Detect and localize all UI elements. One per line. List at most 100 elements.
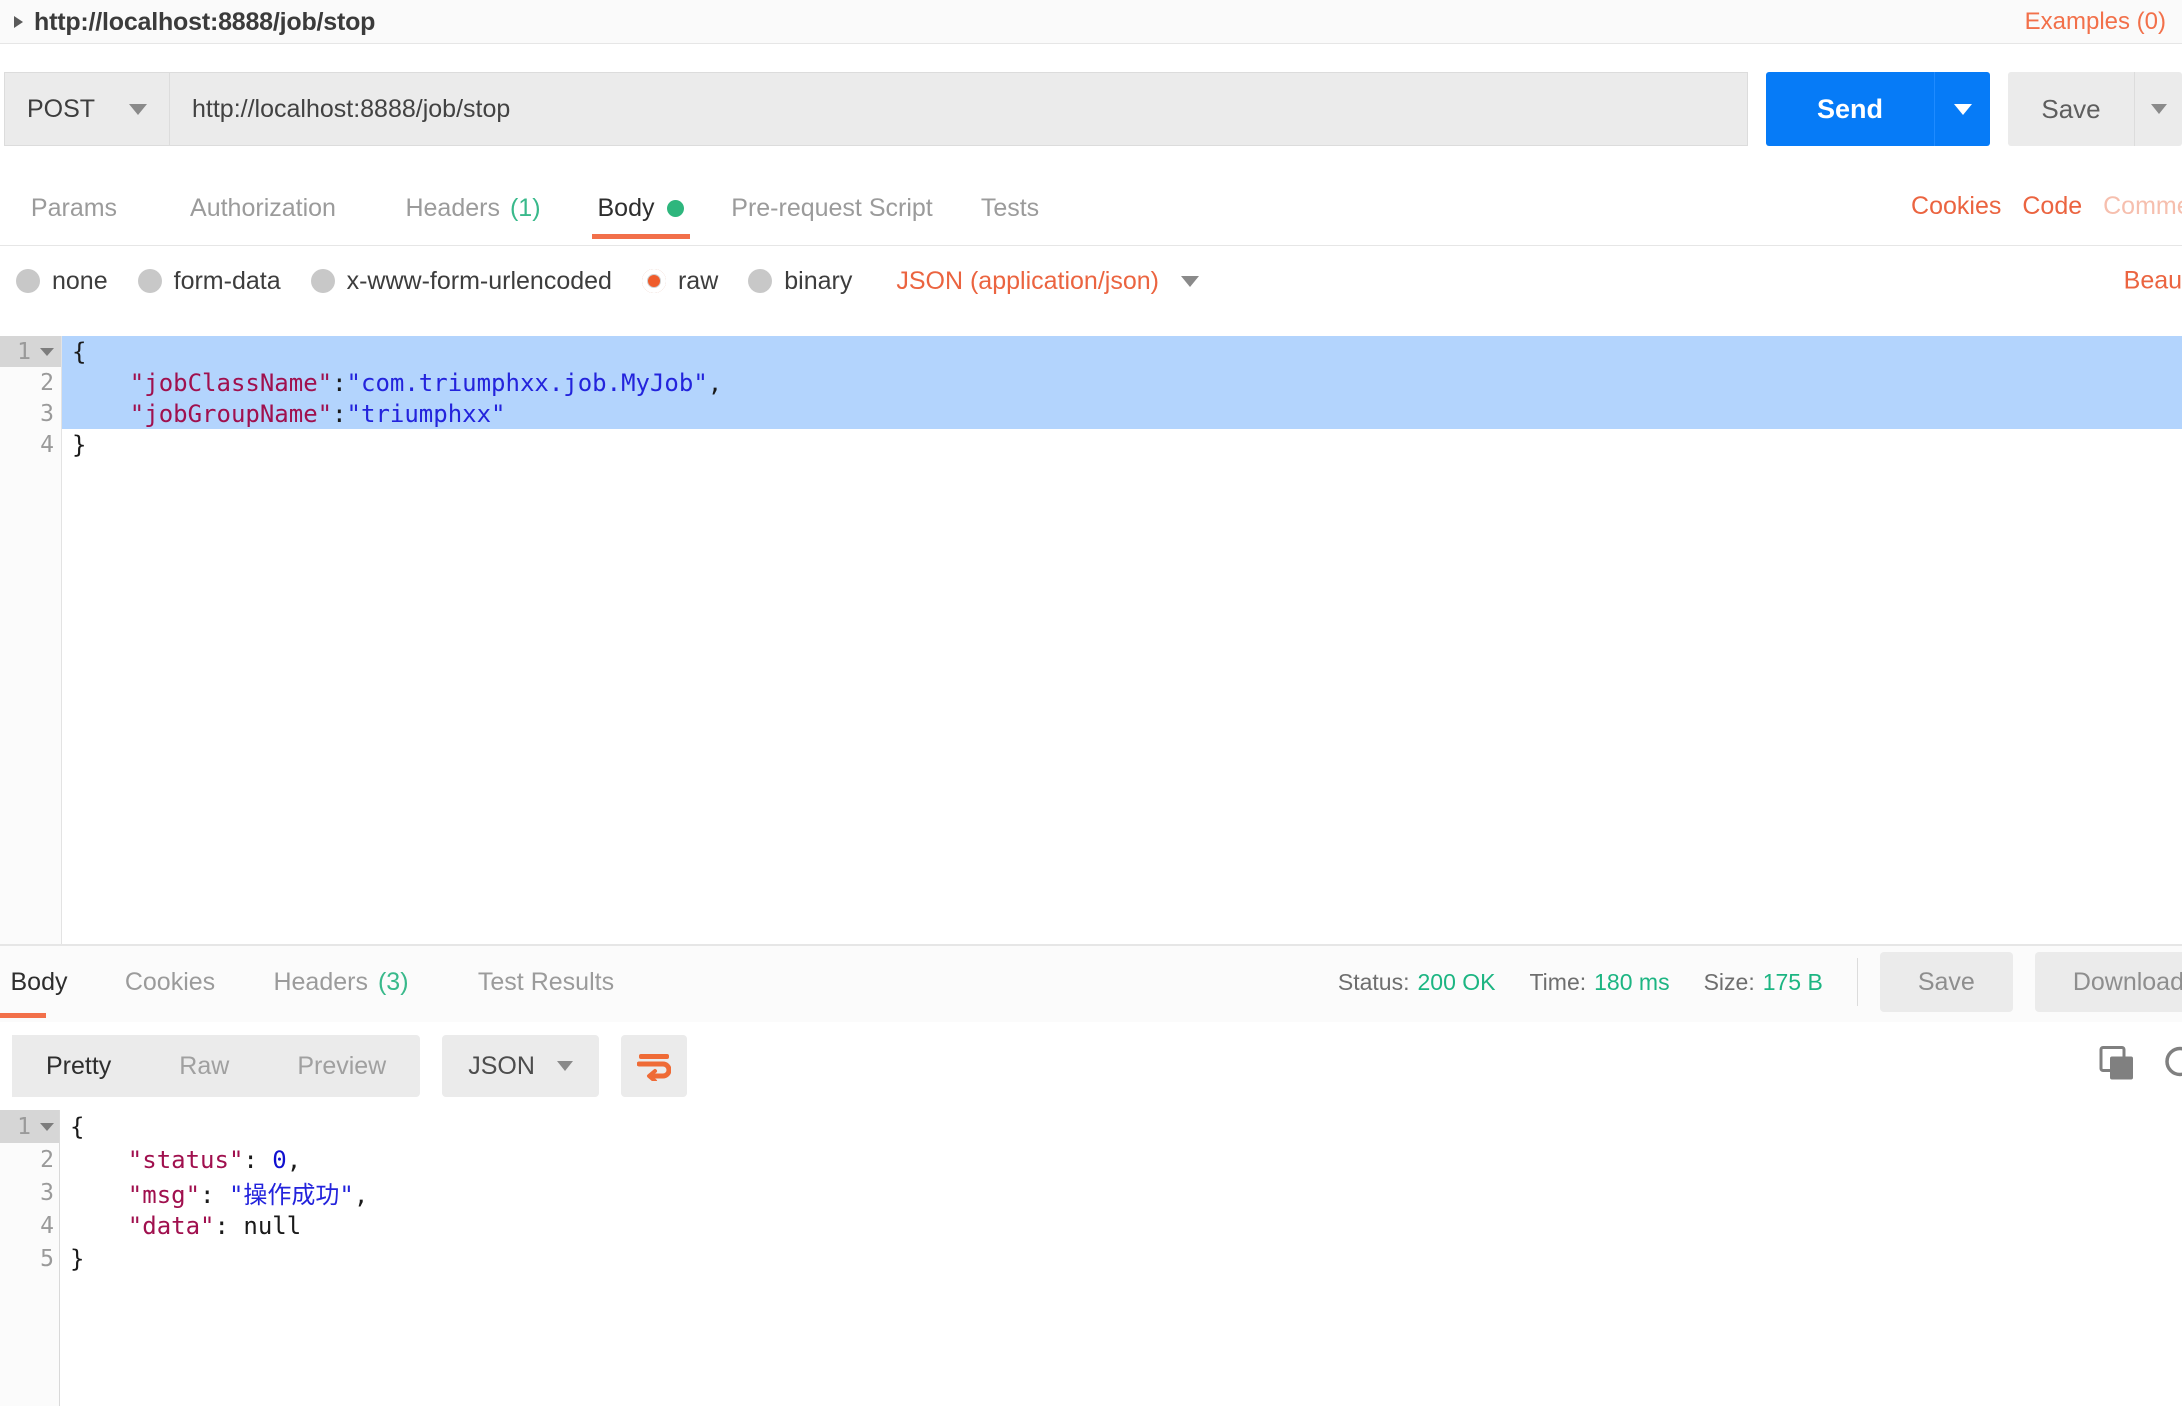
request-tab-tests[interactable]: Tests [950,177,1070,239]
response-tab-label: Headers [273,967,368,996]
gutter-line: 4 [0,429,62,460]
content-type-select[interactable]: JSON (application/json) [896,267,1199,296]
code-line: "status": 0, [60,1143,2182,1176]
status-metric-label: Time: [1529,968,1587,995]
code-token: , [353,1181,369,1209]
request-tab-label: Tests [980,193,1040,222]
line-number: 3 [40,1179,54,1206]
request-link-cookies[interactable]: Cookies [1911,192,2001,221]
code-line-text: "jobClassName":"com.triumphxx.job.MyJob"… [62,369,722,397]
code-line-text: { [62,338,86,366]
save-request-button[interactable]: Save [2008,72,2134,146]
body-type-radio-form-data[interactable]: form-data [137,267,281,296]
url-bar: POST http://localhost:8888/job/stop Send… [0,72,2182,146]
response-tab-body[interactable]: Body [0,946,94,1018]
code-token: "triumphxx" [346,399,506,428]
response-tab-headers[interactable]: Headers (3) [246,946,436,1018]
divider-top [0,43,2182,44]
request-tab-authorization[interactable]: Authorization [148,177,378,239]
response-editor-code[interactable]: { "status": 0, "msg": "操作成功", "data": nu… [60,1110,2182,1406]
code-token: , [707,368,723,397]
chevron-down-icon [556,1061,573,1071]
radio-unchecked-icon [137,269,162,293]
body-type-label: x-www-form-urlencoded [346,266,612,295]
body-type-row: none form-data x-www-form-urlencoded raw bin… [0,246,2182,316]
response-download-button[interactable]: Download [2034,952,2182,1012]
request-link-code[interactable]: Code [2022,192,2082,221]
code-token: } [72,430,87,459]
request-link-comments[interactable]: Comments [2103,192,2182,221]
status-metric-value: 200 OK [1417,968,1496,995]
word-wrap-button[interactable] [620,1035,687,1097]
copy-icon [2099,1046,2133,1080]
request-tab-label: Pre-request Script [731,193,933,222]
request-tab-params[interactable]: Params [0,177,148,239]
save-options-button[interactable] [2134,72,2182,146]
response-tab-count: (3) [377,967,409,996]
send-options-button[interactable] [1934,72,1990,146]
request-tab-pre-request-script[interactable]: Pre-request Script [714,177,950,239]
code-token: "com.triumphxx.job.MyJob" [346,368,708,397]
response-view-pretty[interactable]: Pretty [12,1035,146,1097]
line-number: 3 [40,400,54,427]
response-tab-cookies[interactable]: Cookies [94,946,246,1018]
content-type-value: JSON (application/json) [896,266,1159,295]
request-editor-code[interactable]: { "jobClassName":"com.triumphxx.job.MyJo… [62,336,2182,944]
response-tab-label: Body [10,967,68,996]
radio-unchecked-icon [16,269,40,293]
code-line: "msg": "操作成功", [60,1176,2182,1209]
response-status-bar: Status: 200 OK Time: 180 ms Size: 175 B Save Do… [1304,946,2182,1018]
examples-link[interactable]: Examples (0) [2025,8,2166,36]
request-name-bar: http://localhost:8888/job/stop Examples … [0,0,2182,44]
code-token: null [243,1211,302,1240]
code-token: "jobClassName" [72,368,333,397]
gutter-line: 1 [0,336,62,367]
send-button[interactable]: Send [1766,72,1934,146]
status-metric: Size: 175 B [1704,969,1823,996]
fold-caret-icon[interactable] [40,1122,54,1131]
line-number: 1 [17,1113,31,1140]
body-type-radio-raw[interactable]: raw [641,267,718,296]
url-value: http://localhost:8888/job/stop [192,94,511,123]
code-line: } [60,1242,2182,1275]
http-method-select[interactable]: POST [4,72,170,146]
code-line-text: "data": null [60,1212,301,1240]
gutter-line: 2 [0,367,62,398]
response-save-button[interactable]: Save [1879,952,2013,1012]
url-input[interactable]: http://localhost:8888/job/stop [170,72,1748,146]
body-type-radio-binary[interactable]: binary [748,267,852,296]
copy-button[interactable] [2098,1045,2136,1088]
code-line-text: "jobGroupName":"triumphxx" [62,400,506,428]
request-tab-label: Params [30,193,118,222]
code-line-text: { [60,1113,84,1141]
radio-unchecked-icon [748,269,773,293]
fold-caret-icon[interactable] [40,347,54,356]
caret-right-icon[interactable] [14,16,23,28]
body-present-dot-icon [667,199,685,217]
search-button[interactable] [2162,1044,2182,1089]
response-view-switch: Pretty Raw Preview [12,1035,421,1097]
response-body-editor[interactable]: 12 3 4 5 { "status": 0, "msg": "操作成功", "dat… [0,1110,2182,1406]
body-type-radio-none[interactable]: none [16,267,108,296]
radio-unchecked-icon [310,269,335,293]
body-type-radio-x-www-form-urlencoded[interactable]: x-www-form-urlencoded [310,266,612,296]
code-token: { [70,1112,85,1141]
active-tab-underline [0,1013,46,1018]
request-body-editor[interactable]: 12 3 4 { "jobClassName":"com.triumphxx.job… [0,336,2182,944]
status-metric: Time: 180 ms [1529,969,1669,996]
response-tab-test-results[interactable]: Test Results [436,946,656,1018]
response-view-preview[interactable]: Preview [263,1035,420,1097]
request-tab-headers[interactable]: Headers (1) [378,177,568,239]
response-format-select[interactable]: JSON [442,1035,599,1097]
code-token: : [214,1211,244,1240]
response-view-raw[interactable]: Raw [145,1035,263,1097]
code-token: : [332,368,347,397]
beautify-link[interactable]: Beautify [2124,267,2182,296]
line-number: 2 [40,369,54,396]
request-tab-label: Authorization [190,193,336,222]
gutter-line: 2 [0,1143,60,1176]
request-tab-links: Cookies Code Comments [1911,192,2182,221]
http-method-value: POST [27,94,96,123]
request-tab-body[interactable]: Body [568,177,714,239]
request-tab-bar: Params Authorization Headers (1) Body Pre-req… [0,177,2182,245]
